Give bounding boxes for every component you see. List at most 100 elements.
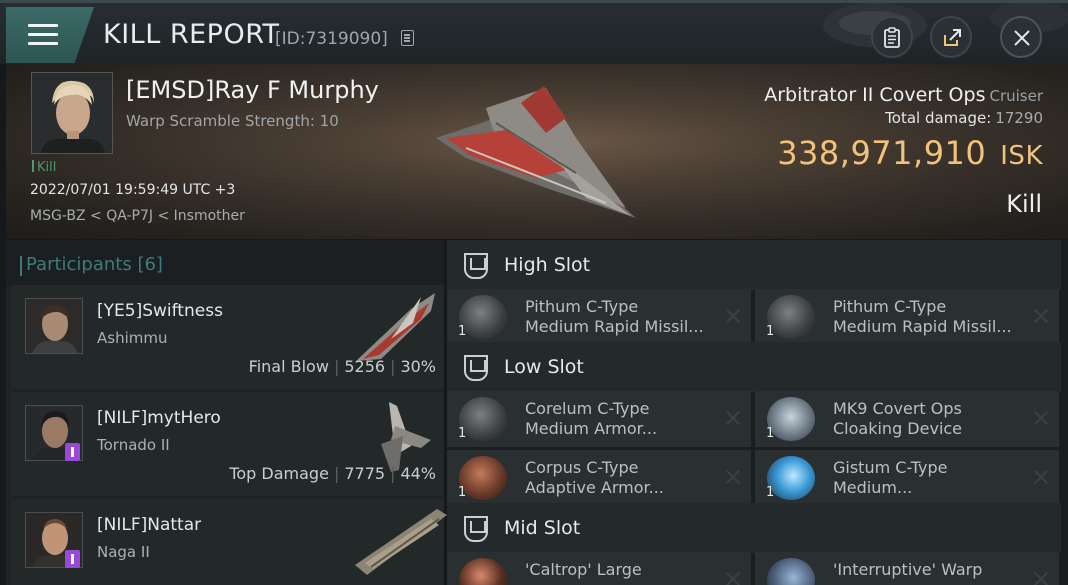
- module-item[interactable]: 1 Corelum C-Type Medium Armor...: [447, 391, 751, 447]
- participant-row[interactable]: [YE5]Swiftness Ashimmu Final Blow | 5256 | 3…: [11, 285, 444, 389]
- participant-stats: Top Damage | 7775 | 44%: [229, 464, 436, 483]
- remove-icon[interactable]: [1034, 309, 1048, 323]
- module-item[interactable]: 1 Pithum C-Type Medium Rapid Missil...: [447, 289, 751, 345]
- module-name-line2: Cloaking Device: [833, 419, 963, 438]
- module-name-line2: Medium Armor...: [525, 419, 658, 438]
- top-bar: KILL REPORT [ID:7319090]: [0, 0, 1068, 64]
- participant-ship: Naga II: [97, 543, 150, 561]
- share-icon: [944, 29, 961, 46]
- remove-icon[interactable]: [1034, 470, 1048, 484]
- remove-icon[interactable]: [726, 470, 740, 484]
- isk-value: 338,971,910 ISK: [777, 134, 1043, 172]
- module-name-line1: Gistum C-Type: [833, 458, 948, 477]
- result-label: Kill: [1006, 190, 1042, 218]
- corporation-badge-icon: [65, 550, 80, 568]
- ship-name[interactable]: Arbitrator II Covert Ops Cruiser: [764, 84, 1043, 106]
- participant-tag: Final Blow: [248, 357, 329, 376]
- stats-separator: |: [333, 357, 340, 376]
- participant-name[interactable]: [NILF]mytHero: [97, 408, 221, 428]
- module-quantity: 1: [458, 485, 467, 500]
- module-name: Corpus C-Type Adaptive Armor...: [525, 458, 664, 498]
- module-quantity: 1: [458, 426, 467, 441]
- kill-timestamp: 2022/07/01 19:59:49 UTC +3: [30, 182, 236, 198]
- isk-unit: ISK: [1000, 141, 1043, 171]
- participant-portrait: [25, 298, 83, 354]
- ship-name-text: Arbitrator II Covert Ops: [764, 84, 986, 106]
- mid-slot-title: Mid Slot: [504, 517, 581, 539]
- page-title: KILL REPORT: [103, 19, 280, 50]
- participant-percent: 30%: [400, 357, 436, 376]
- participant-row[interactable]: [NILF]Nattar Naga II: [11, 499, 447, 585]
- module-item[interactable]: 'Interruptive' Warp: [755, 552, 1059, 585]
- participant-row[interactable]: [NILF]mytHero Tornado II Top Damage | 7775…: [11, 392, 444, 496]
- module-name-line2: Medium...: [833, 478, 913, 497]
- copy-icon[interactable]: [401, 30, 414, 46]
- participant-damage: 7775: [344, 464, 386, 483]
- module-quantity: 1: [766, 426, 775, 441]
- module-name-line1: Pithum C-Type: [833, 297, 947, 316]
- corporation-badge-icon: [65, 443, 80, 461]
- module-item[interactable]: 'Caltrop' Large: [447, 552, 751, 585]
- participant-percent: 44%: [400, 464, 436, 483]
- participant-name[interactable]: [YE5]Swiftness: [97, 301, 223, 321]
- menu-button[interactable]: [6, 7, 94, 63]
- remove-icon[interactable]: [1034, 411, 1048, 425]
- remove-icon[interactable]: [1034, 572, 1048, 585]
- module-name-line1: 'Interruptive' Warp: [833, 560, 983, 579]
- remove-icon[interactable]: [726, 411, 740, 425]
- module-name: 'Caltrop' Large: [525, 560, 642, 580]
- kill-tag: Kill: [32, 160, 56, 175]
- remove-icon[interactable]: [726, 309, 740, 323]
- participants-header: Participants [6]: [6, 240, 444, 285]
- module-name: Gistum C-Type Medium...: [833, 458, 948, 498]
- report-id: [ID:7319090]: [275, 29, 388, 49]
- module-name-line1: Corelum C-Type: [525, 399, 650, 418]
- participant-ship: Ashimmu: [97, 329, 168, 347]
- module-name: Pithum C-Type Medium Rapid Missil...: [525, 297, 704, 337]
- stats-separator: |: [333, 464, 340, 483]
- module-name-line1: MK9 Covert Ops: [833, 399, 962, 418]
- participant-ship: Tornado II: [97, 436, 170, 454]
- close-icon: [1014, 30, 1030, 46]
- low-slot-icon: [464, 355, 488, 381]
- isk-amount: 338,971,910: [777, 134, 987, 172]
- mid-slot-icon: [464, 516, 488, 542]
- module-item[interactable]: 1 Corpus C-Type Adaptive Armor...: [447, 450, 751, 506]
- high-slot-icon: [464, 253, 488, 279]
- fitting-panel: High Slot 1 Pithum C-Type Medium Rapid Mi…: [447, 240, 1068, 585]
- total-damage: Total damage: 17290: [885, 109, 1043, 127]
- victim-summary: [EMSD]Ray F Murphy Warp Scramble Strengt…: [6, 64, 1068, 239]
- high-slot-header: High Slot: [447, 240, 1061, 290]
- victim-portrait[interactable]: [31, 72, 113, 154]
- caltrop-module-icon: [459, 558, 507, 585]
- module-name-line1: 'Caltrop' Large: [525, 560, 642, 579]
- clipboard-button[interactable]: [871, 16, 913, 58]
- low-slot-header: Low Slot: [447, 342, 1061, 392]
- low-slot-title: Low Slot: [504, 356, 584, 378]
- remove-icon[interactable]: [726, 572, 740, 585]
- total-damage-value: 17290: [995, 109, 1043, 127]
- participants-title: Participants [6]: [20, 254, 163, 276]
- share-button[interactable]: [930, 16, 972, 58]
- module-name: Corelum C-Type Medium Armor...: [525, 399, 657, 439]
- warp-scramble-strength: Warp Scramble Strength: 10: [126, 112, 339, 130]
- module-name: MK9 Covert Ops Cloaking Device: [833, 399, 962, 439]
- kill-location[interactable]: MSG-BZ < QA-P7J < Insmother: [30, 208, 245, 224]
- hamburger-icon: [28, 24, 58, 46]
- victim-name[interactable]: [EMSD]Ray F Murphy: [126, 76, 379, 104]
- module-item[interactable]: 1 Pithum C-Type Medium Rapid Missil...: [755, 289, 1059, 345]
- close-button[interactable]: [1000, 16, 1042, 58]
- participant-name[interactable]: [NILF]Nattar: [97, 515, 201, 535]
- participant-damage: 5256: [344, 357, 386, 376]
- module-item[interactable]: 1 MK9 Covert Ops Cloaking Device: [755, 391, 1059, 447]
- module-quantity: 1: [766, 485, 775, 500]
- high-slot-title: High Slot: [504, 254, 591, 276]
- module-item[interactable]: 1 Gistum C-Type Medium...: [755, 450, 1059, 506]
- module-quantity: 1: [766, 324, 775, 339]
- clipboard-icon: [884, 27, 900, 48]
- module-name-line2: Medium Rapid Missil...: [833, 317, 1012, 336]
- participant-stats: Final Blow | 5256 | 30%: [249, 357, 436, 376]
- mid-slot-header: Mid Slot: [447, 503, 1061, 553]
- victim-ship-image[interactable]: [426, 78, 656, 228]
- module-name: 'Interruptive' Warp: [833, 560, 982, 580]
